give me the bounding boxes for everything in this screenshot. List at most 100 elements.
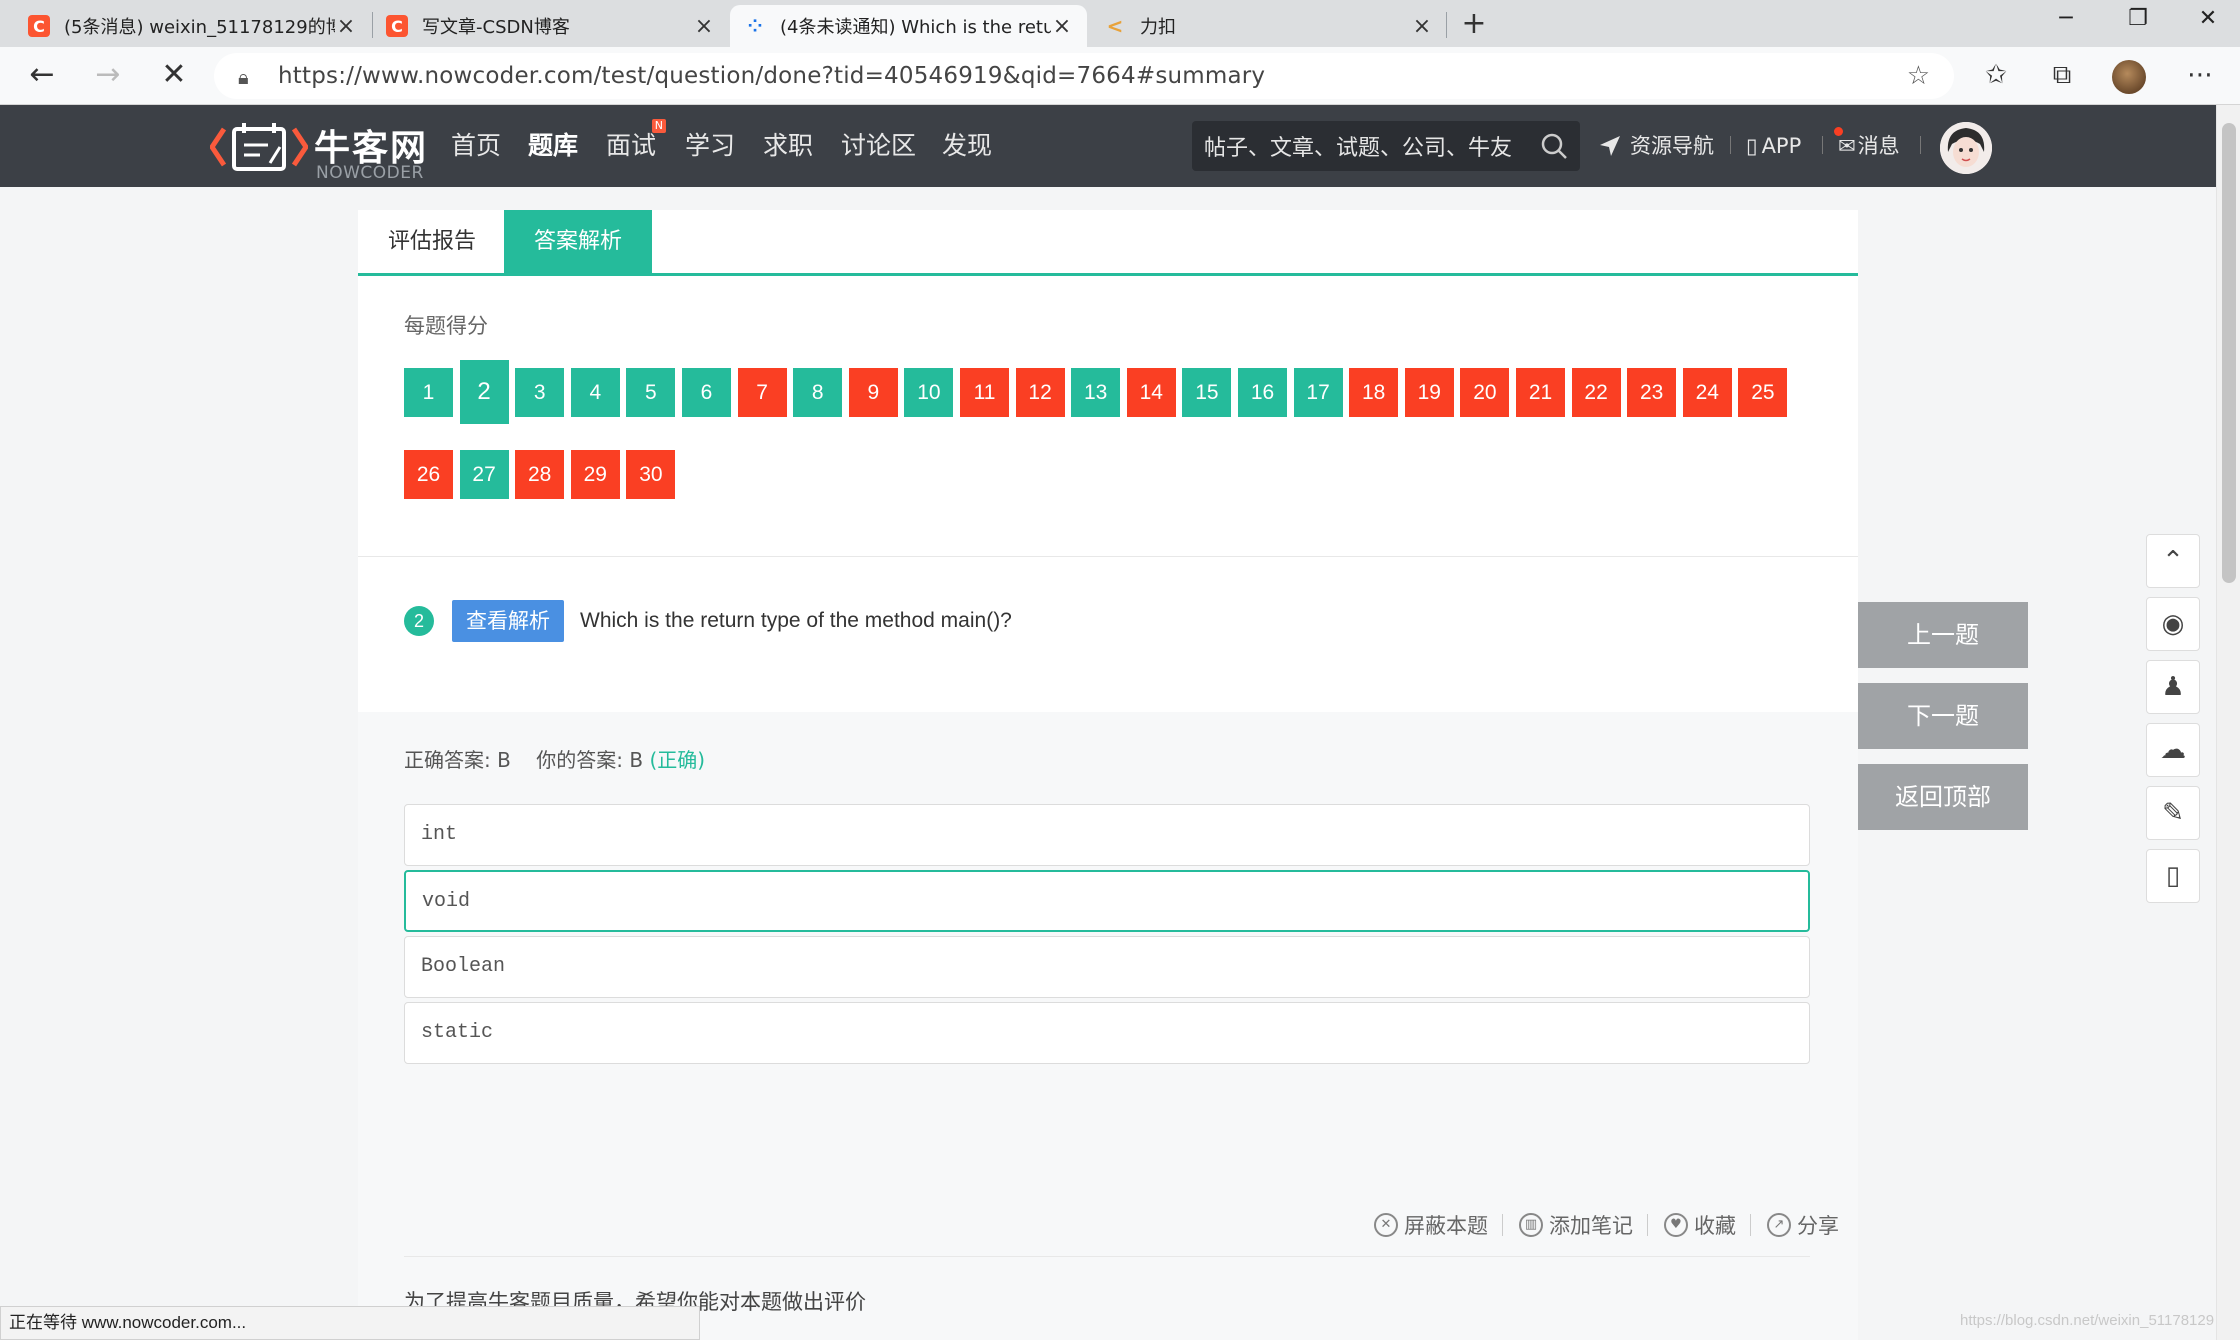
messages-link[interactable]: ✉ 消息 — [1834, 105, 1900, 187]
browser-tab-active[interactable]: ⁘ (4条未读通知) Which is the return × — [730, 5, 1087, 47]
question-score-9[interactable]: 9 — [848, 368, 898, 417]
back-arrow-icon[interactable]: ← — [22, 57, 62, 93]
question-score-20[interactable]: 20 — [1460, 368, 1510, 417]
question-score-5[interactable]: 5 — [626, 368, 676, 417]
close-icon[interactable]: × — [1051, 14, 1073, 39]
question-score-4[interactable]: 4 — [570, 368, 620, 417]
question-score-14[interactable]: 14 — [1126, 368, 1176, 417]
site-logo[interactable]: 牛客网 NOWCODER — [210, 111, 430, 183]
question-score-25[interactable]: 25 — [1738, 368, 1788, 417]
mail-icon: ✉ — [1834, 105, 1856, 187]
book-icon: ▥ — [1519, 1213, 1543, 1237]
view-analysis-button[interactable]: 查看解析 — [452, 600, 564, 642]
scrollbar-thumb[interactable] — [2222, 123, 2236, 583]
nav-home[interactable]: 首页 — [451, 105, 501, 187]
question-score-27[interactable]: 27 — [459, 450, 509, 499]
question-score-8[interactable]: 8 — [793, 368, 843, 417]
question-score-11[interactable]: 11 — [960, 368, 1009, 417]
question-score-2[interactable]: 2 — [459, 360, 509, 424]
action-label: 添加笔记 — [1549, 1214, 1633, 1238]
browser-tab[interactable]: C (5条消息) weixin_51178129的博客 × — [14, 5, 371, 47]
search-placeholder: 帖子、文章、试题、公司、牛友 — [1204, 136, 1513, 161]
resources-link[interactable]: 资源导航 — [1598, 105, 1714, 187]
page-scrollbar[interactable] — [2216, 105, 2240, 1340]
nav-discover[interactable]: 发现 — [942, 105, 992, 187]
nav-label: 首页 — [451, 131, 502, 160]
question-score-23[interactable]: 23 — [1627, 368, 1677, 417]
question-score-22[interactable]: 22 — [1571, 368, 1621, 417]
nav-jobs[interactable]: 求职 — [763, 105, 813, 187]
previous-question-button[interactable]: 上一题 — [1858, 602, 2028, 668]
weibo-icon[interactable]: ◉ — [2146, 597, 2200, 651]
share-button[interactable]: ↗ 分享 — [1767, 1210, 1839, 1240]
close-icon[interactable]: × — [335, 14, 357, 39]
browser-tab-strip: C (5条消息) weixin_51178129的博客 × C 写文章-CSDN… — [0, 0, 2240, 47]
answer-option[interactable]: Boolean — [404, 936, 1810, 998]
stop-loading-icon[interactable]: ✕ — [154, 57, 194, 93]
question-score-18[interactable]: 18 — [1349, 368, 1399, 417]
question-score-6[interactable]: 6 — [682, 368, 731, 417]
logo-subtext: NOWCODER — [316, 163, 424, 183]
tab-answer-analysis[interactable]: 答案解析 — [504, 210, 653, 273]
answer-option-correct[interactable]: void — [404, 870, 1810, 932]
profile-avatar[interactable] — [2112, 60, 2146, 94]
minimize-icon[interactable]: ─ — [2046, 6, 2086, 31]
question-score-29[interactable]: 29 — [570, 450, 620, 499]
tab-evaluation-report[interactable]: 评估报告 — [358, 210, 506, 273]
answer-option[interactable]: int — [404, 804, 1810, 866]
question-score-21[interactable]: 21 — [1516, 368, 1565, 417]
forward-arrow-icon[interactable]: → — [88, 57, 128, 93]
collections-icon[interactable]: ⧉ — [2042, 57, 2082, 93]
favorite-button[interactable]: ♥ 收藏 — [1664, 1210, 1736, 1240]
browser-tab[interactable]: < 力扣 × — [1090, 5, 1447, 47]
question-score-26[interactable]: 26 — [404, 450, 453, 499]
phone-icon: ▯ — [1746, 134, 1758, 158]
question-score-3[interactable]: 3 — [515, 368, 565, 417]
question-score-17[interactable]: 17 — [1293, 368, 1343, 417]
wechat-icon[interactable]: ☁ — [2146, 723, 2200, 777]
search-icon[interactable] — [1540, 132, 1568, 160]
user-avatar[interactable] — [1940, 122, 1992, 174]
question-score-7[interactable]: 7 — [737, 368, 787, 417]
question-number: 2 — [404, 606, 434, 636]
favorites-icon[interactable]: ✩ — [1976, 57, 2016, 93]
answer-option[interactable]: static — [404, 1002, 1810, 1064]
url-text[interactable]: https://www.nowcoder.com/test/question/d… — [278, 63, 1907, 89]
question-score-1[interactable]: 1 — [404, 368, 453, 417]
pencil-icon[interactable]: ✎ — [2146, 786, 2200, 840]
nav-interview[interactable]: 面试 N — [606, 105, 667, 187]
app-link[interactable]: ▯ APP — [1746, 105, 1801, 187]
site-search-input[interactable]: 帖子、文章、试题、公司、牛友 — [1192, 121, 1580, 171]
restore-icon[interactable]: ❐ — [2118, 6, 2158, 31]
tab-title: (5条消息) weixin_51178129的博客 — [64, 17, 335, 38]
nav-discussion[interactable]: 讨论区 — [841, 105, 916, 187]
question-score-24[interactable]: 24 — [1682, 368, 1732, 417]
back-to-top-button[interactable]: 返回顶部 — [1858, 764, 2028, 830]
question-score-19[interactable]: 19 — [1404, 368, 1454, 417]
block-question-button[interactable]: ✕ 屏蔽本题 — [1374, 1210, 1488, 1240]
browser-tab[interactable]: C 写文章-CSDN博客 × — [372, 5, 729, 47]
star-icon[interactable]: ☆ — [1907, 61, 1930, 91]
question-score-16[interactable]: 16 — [1238, 368, 1287, 417]
address-bar[interactable]: 🔒︎ https://www.nowcoder.com/test/questio… — [214, 53, 1954, 99]
close-icon[interactable]: × — [693, 14, 715, 39]
qq-icon[interactable]: ♟ — [2146, 660, 2200, 714]
question-score-15[interactable]: 15 — [1182, 368, 1232, 417]
question-score-12[interactable]: 12 — [1015, 368, 1065, 417]
chevron-up-icon[interactable]: ⌃ — [2146, 534, 2200, 588]
nav-learn[interactable]: 学习 — [685, 105, 735, 187]
window-close-icon[interactable]: ✕ — [2188, 6, 2228, 31]
more-options-icon[interactable]: ⋯ — [2180, 57, 2220, 93]
close-icon[interactable]: × — [1411, 14, 1433, 39]
question-score-10[interactable]: 10 — [904, 368, 954, 417]
avatar-image — [1940, 122, 1992, 174]
new-tab-button[interactable]: + — [1456, 6, 1492, 41]
question-score-13[interactable]: 13 — [1071, 368, 1121, 417]
nav-label: 面试 — [606, 131, 657, 160]
mobile-icon[interactable]: ▯ — [2146, 849, 2200, 903]
add-note-button[interactable]: ▥ 添加笔记 — [1519, 1210, 1633, 1240]
question-score-28[interactable]: 28 — [515, 450, 565, 499]
nav-question-bank[interactable]: 题库 — [528, 105, 578, 187]
next-question-button[interactable]: 下一题 — [1858, 683, 2028, 749]
question-score-30[interactable]: 30 — [626, 450, 676, 499]
